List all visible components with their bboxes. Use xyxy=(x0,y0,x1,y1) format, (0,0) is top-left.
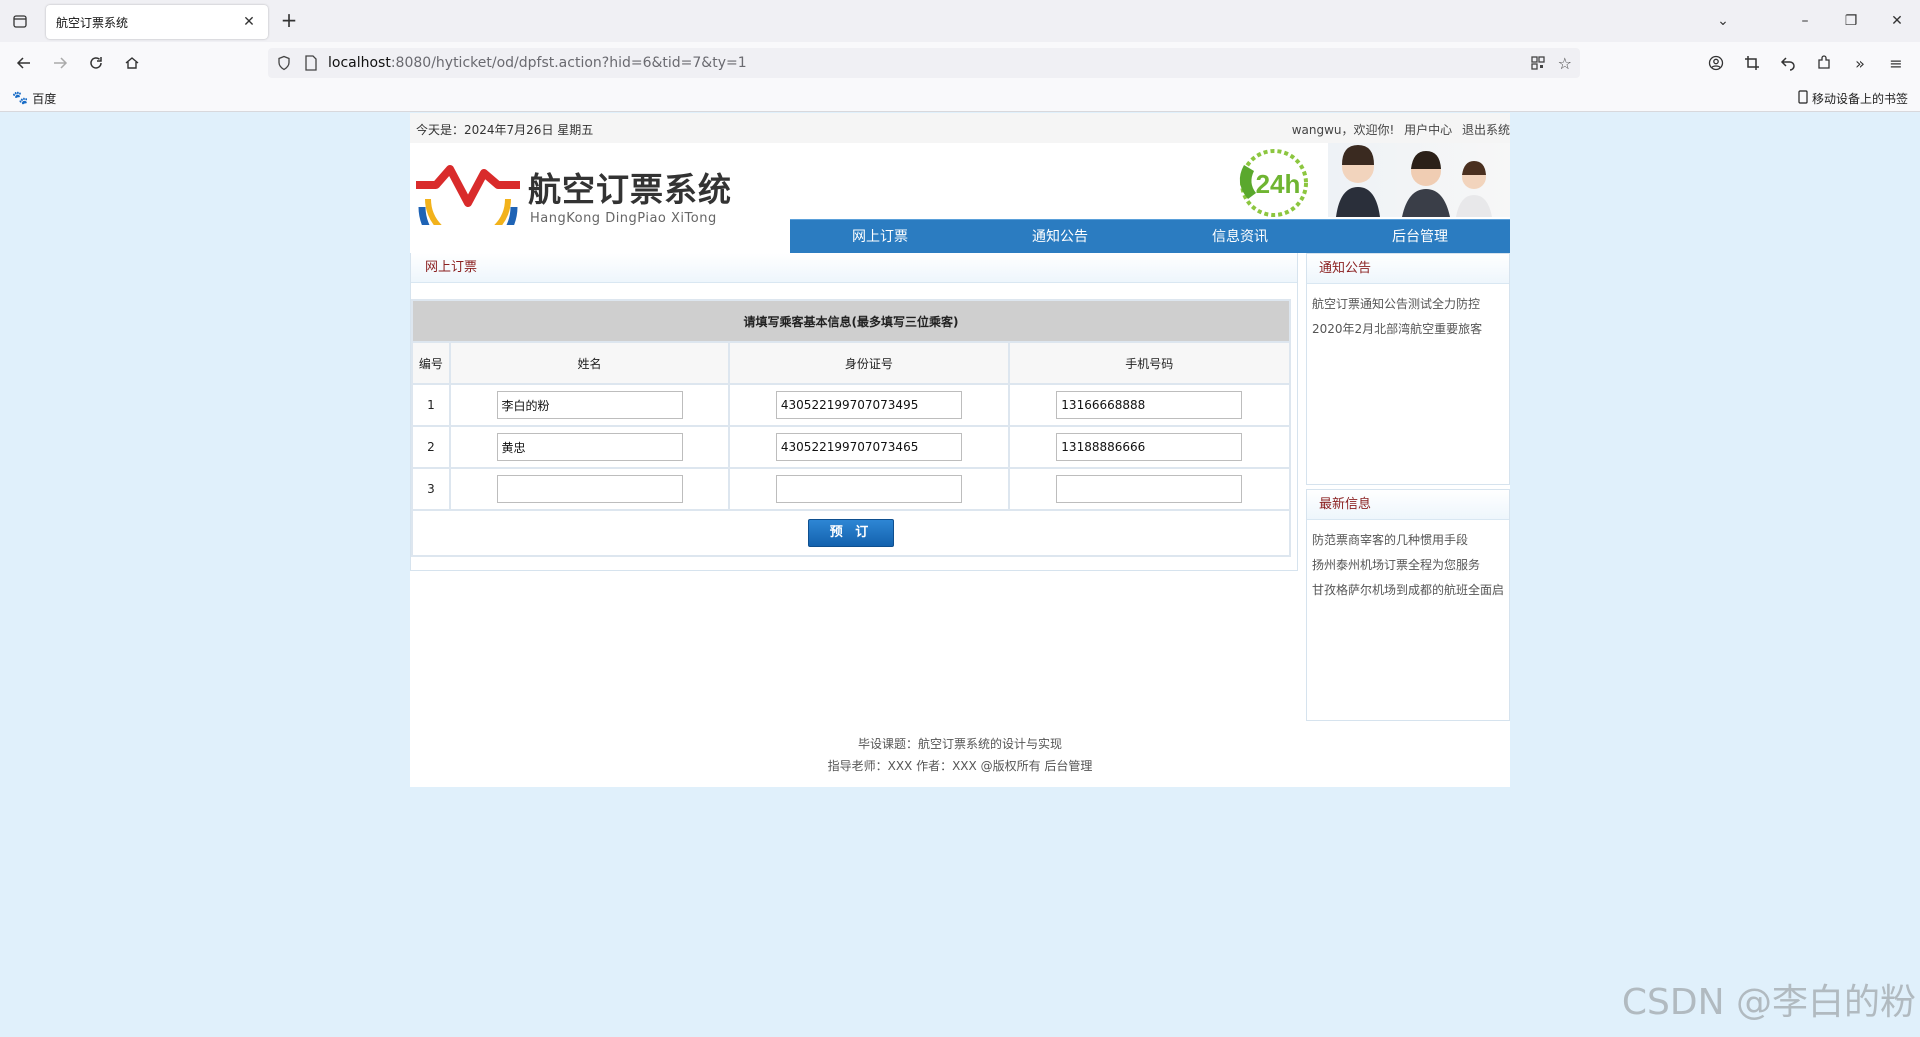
passenger-row: 3 xyxy=(411,467,1292,511)
address-bar[interactable]: localhost:8080/hyticket/od/dpfst.action?… xyxy=(268,48,1580,78)
id-number-input[interactable] xyxy=(775,391,962,419)
page-container: 今天是：2024年7月26日 星期五 wangwu，欢迎你! 用户中心 退出系统… xyxy=(410,113,1510,787)
notice-item[interactable]: 航空订票通知公告测试全力防控 xyxy=(1312,292,1509,317)
form-caption: 请填写乘客基本信息(最多填写三位乘客) xyxy=(411,299,1291,343)
qr-code-icon[interactable] xyxy=(1530,55,1546,74)
airline-logo-icon xyxy=(416,165,520,225)
footer-line-2: 指导老师：XXX 作者：XXX @版权所有 后台管理 xyxy=(827,759,1093,773)
home-icon[interactable] xyxy=(120,51,144,75)
url-host: localhost xyxy=(328,55,391,71)
form-header-row: 编号 姓名 身份证号 手机号码 xyxy=(411,341,1292,385)
passenger-form: 请填写乘客基本信息(最多填写三位乘客) 编号 姓名 身份证号 手机号码 1 2 xyxy=(411,299,1292,557)
more-tools-icon[interactable]: » xyxy=(1848,51,1872,75)
url-text[interactable]: localhost:8080/hyticket/od/dpfst.action?… xyxy=(328,55,747,71)
nav-online-booking[interactable]: 网上订票 xyxy=(790,220,970,253)
booking-panel-title: 网上订票 xyxy=(411,253,1297,283)
passenger-row: 1 xyxy=(411,383,1292,427)
main-navigation: 网上订票 通知公告 信息资讯 后台管理 xyxy=(790,219,1510,253)
notice-item[interactable]: 2020年2月北部湾航空重要旅客 xyxy=(1312,317,1509,342)
header-name: 姓名 xyxy=(448,341,731,385)
user-links: wangwu，欢迎你! 用户中心 退出系统 xyxy=(1292,121,1510,138)
undo-icon[interactable] xyxy=(1776,51,1800,75)
booking-panel: 网上订票 请填写乘客基本信息(最多填写三位乘客) 编号 姓名 身份证号 手机号码… xyxy=(410,253,1298,571)
row-no: 2 xyxy=(411,425,451,469)
welcome-text: wangwu，欢迎你! xyxy=(1291,123,1395,137)
reload-icon[interactable] xyxy=(84,51,108,75)
account-icon[interactable] xyxy=(1704,51,1728,75)
menu-icon[interactable]: ≡ xyxy=(1884,51,1908,75)
name-input[interactable] xyxy=(496,475,683,503)
page-footer: 毕设课题：航空订票系统的设计与实现 指导老师：XXX 作者：XXX @版权所有 … xyxy=(410,733,1510,777)
customer-service-image xyxy=(1328,143,1510,217)
close-window-icon[interactable]: ✕ xyxy=(1886,11,1908,31)
name-input[interactable] xyxy=(496,433,683,461)
news-box: 最新信息 防范票商宰客的几种惯用手段 扬州泰州机场订票全程为您服务 甘孜格萨尔机… xyxy=(1306,489,1510,721)
chevron-down-icon[interactable]: ⌄ xyxy=(1712,11,1734,31)
mobile-bookmarks[interactable]: 移动设备上的书签 xyxy=(1798,90,1908,107)
id-number-input[interactable] xyxy=(775,433,962,461)
24h-service-icon: 24h xyxy=(1239,149,1308,217)
book-button[interactable]: 预 订 xyxy=(808,519,894,547)
mobile-device-icon xyxy=(1798,90,1808,107)
back-icon[interactable] xyxy=(12,51,36,75)
url-path: :8080/hyticket/od/dpfst.action?hid=6&tid… xyxy=(390,55,747,71)
bookmarks-bar: 🐾 百度 移动设备上的书签 xyxy=(0,84,1920,112)
header-no: 编号 xyxy=(411,341,451,385)
baidu-paw-icon: 🐾 xyxy=(12,91,29,106)
close-tab-icon[interactable]: ✕ xyxy=(240,14,258,30)
phone-input[interactable] xyxy=(1056,391,1243,419)
bookmark-label-mobile: 移动设备上的书签 xyxy=(1811,92,1908,106)
bookmark-baidu[interactable]: 🐾 百度 xyxy=(12,90,56,107)
id-number-input[interactable] xyxy=(775,475,962,503)
row-no: 1 xyxy=(411,383,451,427)
user-center-link[interactable]: 用户中心 xyxy=(1404,123,1452,137)
crop-icon[interactable] xyxy=(1740,51,1764,75)
browser-navbar: localhost:8080/hyticket/od/dpfst.action?… xyxy=(0,42,1920,84)
site-header: 航空订票系统 HangKong DingPiao XiTong 24h 网上订票… xyxy=(410,143,1510,253)
header-phone: 手机号码 xyxy=(1007,341,1292,385)
header-id: 身份证号 xyxy=(728,341,1010,385)
page-icon[interactable] xyxy=(304,55,318,74)
tab-title: 航空订票系统 xyxy=(56,15,129,30)
extensions-icon[interactable] xyxy=(1812,51,1836,75)
tab-list-icon[interactable] xyxy=(8,9,32,33)
restore-icon[interactable]: ❐ xyxy=(1840,11,1862,31)
row-no: 3 xyxy=(411,467,451,511)
nav-notices[interactable]: 通知公告 xyxy=(970,220,1150,253)
forward-icon[interactable] xyxy=(48,51,72,75)
phone-input[interactable] xyxy=(1056,433,1243,461)
logout-link[interactable]: 退出系统 xyxy=(1462,123,1510,137)
passenger-row: 2 xyxy=(411,425,1292,469)
sidebar: 通知公告 航空订票通知公告测试全力防控 2020年2月北部湾航空重要旅客 最新信… xyxy=(1306,253,1510,721)
nav-news[interactable]: 信息资讯 xyxy=(1150,220,1330,253)
current-date: 今天是：2024年7月26日 星期五 xyxy=(416,123,594,137)
nav-admin[interactable]: 后台管理 xyxy=(1330,220,1510,253)
minimize-icon[interactable]: – xyxy=(1794,11,1816,31)
badge-24h-text: 24h xyxy=(1256,169,1301,199)
site-logo-subtitle: HangKong DingPiao XiTong xyxy=(530,211,717,226)
new-tab-icon[interactable]: + xyxy=(278,10,300,32)
site-logo-title: 航空订票系统 xyxy=(528,170,732,209)
bookmark-label: 百度 xyxy=(32,92,57,106)
browser-tabbar: 航空订票系统 ✕ + ⌄ – ❐ ✕ xyxy=(0,0,1920,42)
name-input[interactable] xyxy=(496,391,683,419)
news-item[interactable]: 扬州泰州机场订票全程为您服务 xyxy=(1312,553,1509,578)
csdn-watermark: CSDN @李白的粉 xyxy=(1621,982,1916,1023)
shield-icon[interactable] xyxy=(276,55,292,74)
news-item[interactable]: 防范票商宰客的几种惯用手段 xyxy=(1312,528,1509,553)
news-item[interactable]: 甘孜格萨尔机场到成都的航班全面启 xyxy=(1312,578,1509,603)
star-icon[interactable]: ☆ xyxy=(1558,54,1572,73)
notice-box: 通知公告 航空订票通知公告测试全力防控 2020年2月北部湾航空重要旅客 xyxy=(1306,253,1510,485)
footer-line-1: 毕设课题：航空订票系统的设计与实现 xyxy=(857,737,1062,751)
news-box-title: 最新信息 xyxy=(1307,490,1509,520)
browser-tab-active[interactable]: 航空订票系统 ✕ xyxy=(46,5,268,39)
notice-box-title: 通知公告 xyxy=(1307,254,1509,284)
top-info-bar: 今天是：2024年7月26日 星期五 wangwu，欢迎你! 用户中心 退出系统 xyxy=(410,113,1510,143)
phone-input[interactable] xyxy=(1056,475,1243,503)
